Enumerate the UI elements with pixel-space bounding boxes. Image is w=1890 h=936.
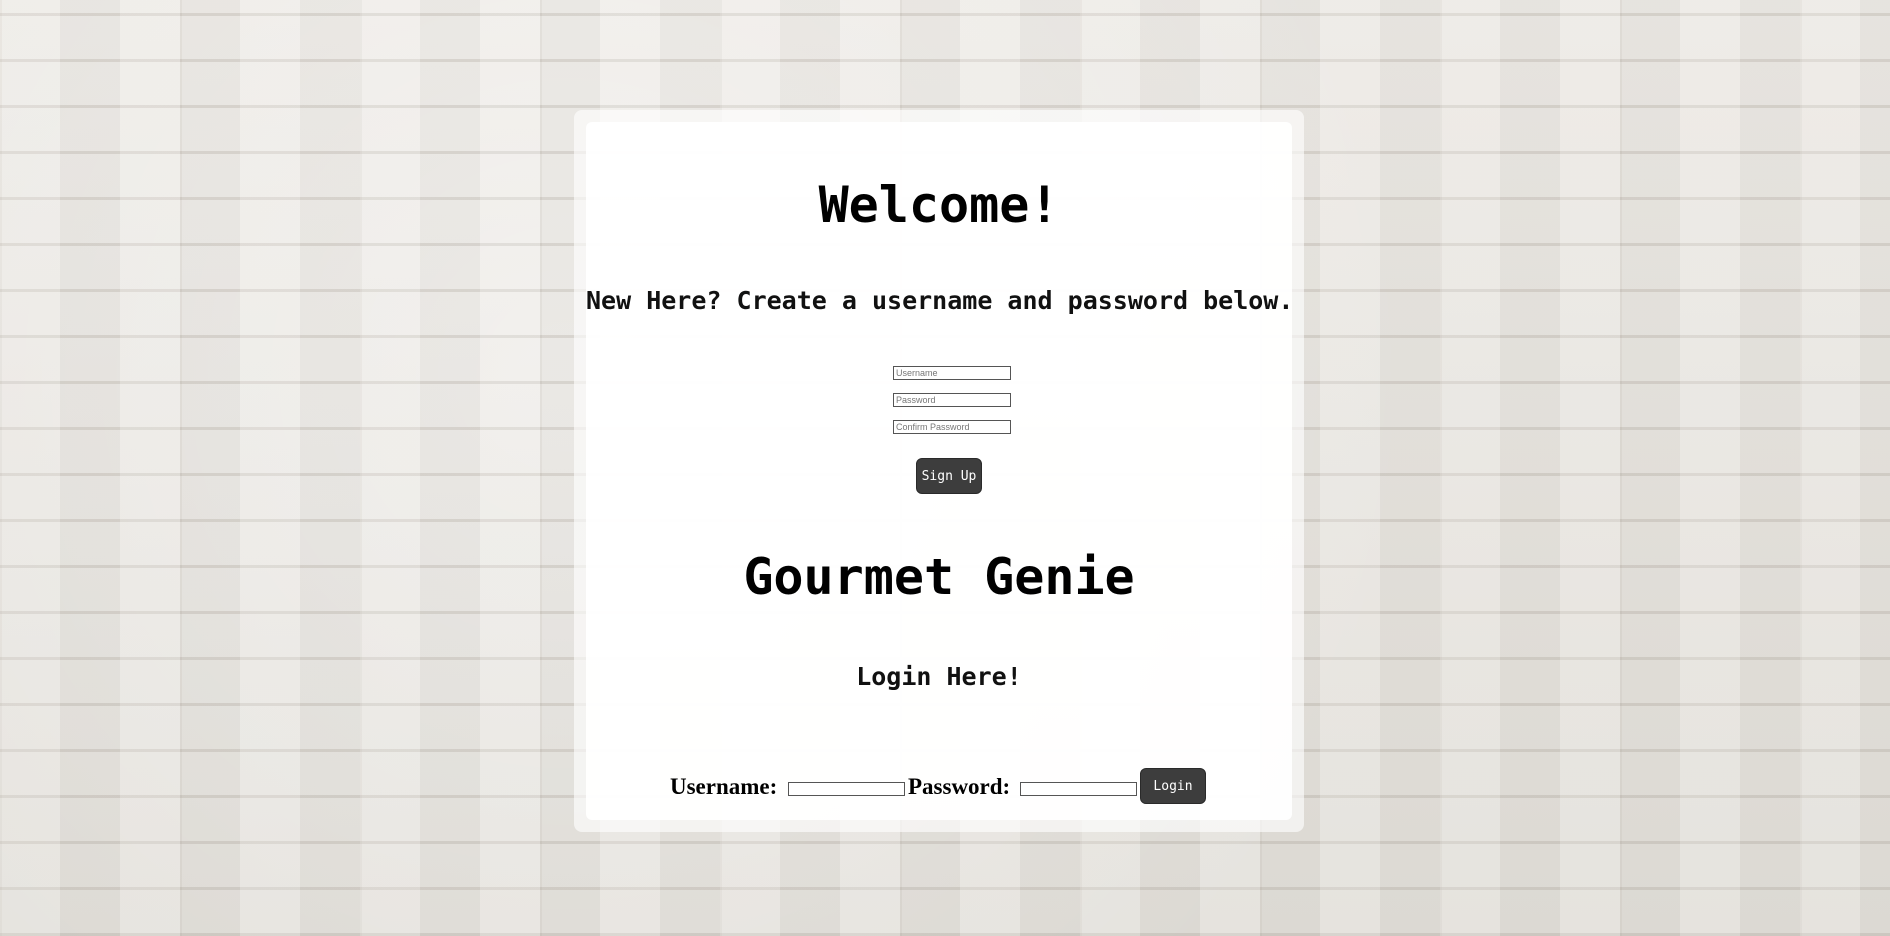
signup-confirm-password-input[interactable] xyxy=(893,420,1011,434)
signup-instructions: New Here? Create a username and password… xyxy=(586,286,1294,315)
signup-password-input[interactable] xyxy=(893,393,1011,407)
app-title: Gourmet Genie xyxy=(743,548,1135,606)
login-button[interactable]: Login xyxy=(1140,768,1206,804)
sign-up-button[interactable]: Sign Up xyxy=(916,458,982,494)
login-heading: Login Here! xyxy=(856,662,1022,691)
login-username-label: Username: xyxy=(670,774,778,799)
login-password-input[interactable] xyxy=(1020,782,1137,796)
welcome-title: Welcome! xyxy=(818,176,1060,234)
auth-card: Welcome! New Here? Create a username and… xyxy=(574,110,1304,832)
auth-card-inner: Welcome! New Here? Create a username and… xyxy=(586,122,1294,820)
login-form: Username: Password: Login xyxy=(670,768,1270,804)
signup-username-input[interactable] xyxy=(893,366,1011,380)
login-username-input[interactable] xyxy=(788,782,905,796)
login-password-label: Password: xyxy=(908,774,1011,799)
